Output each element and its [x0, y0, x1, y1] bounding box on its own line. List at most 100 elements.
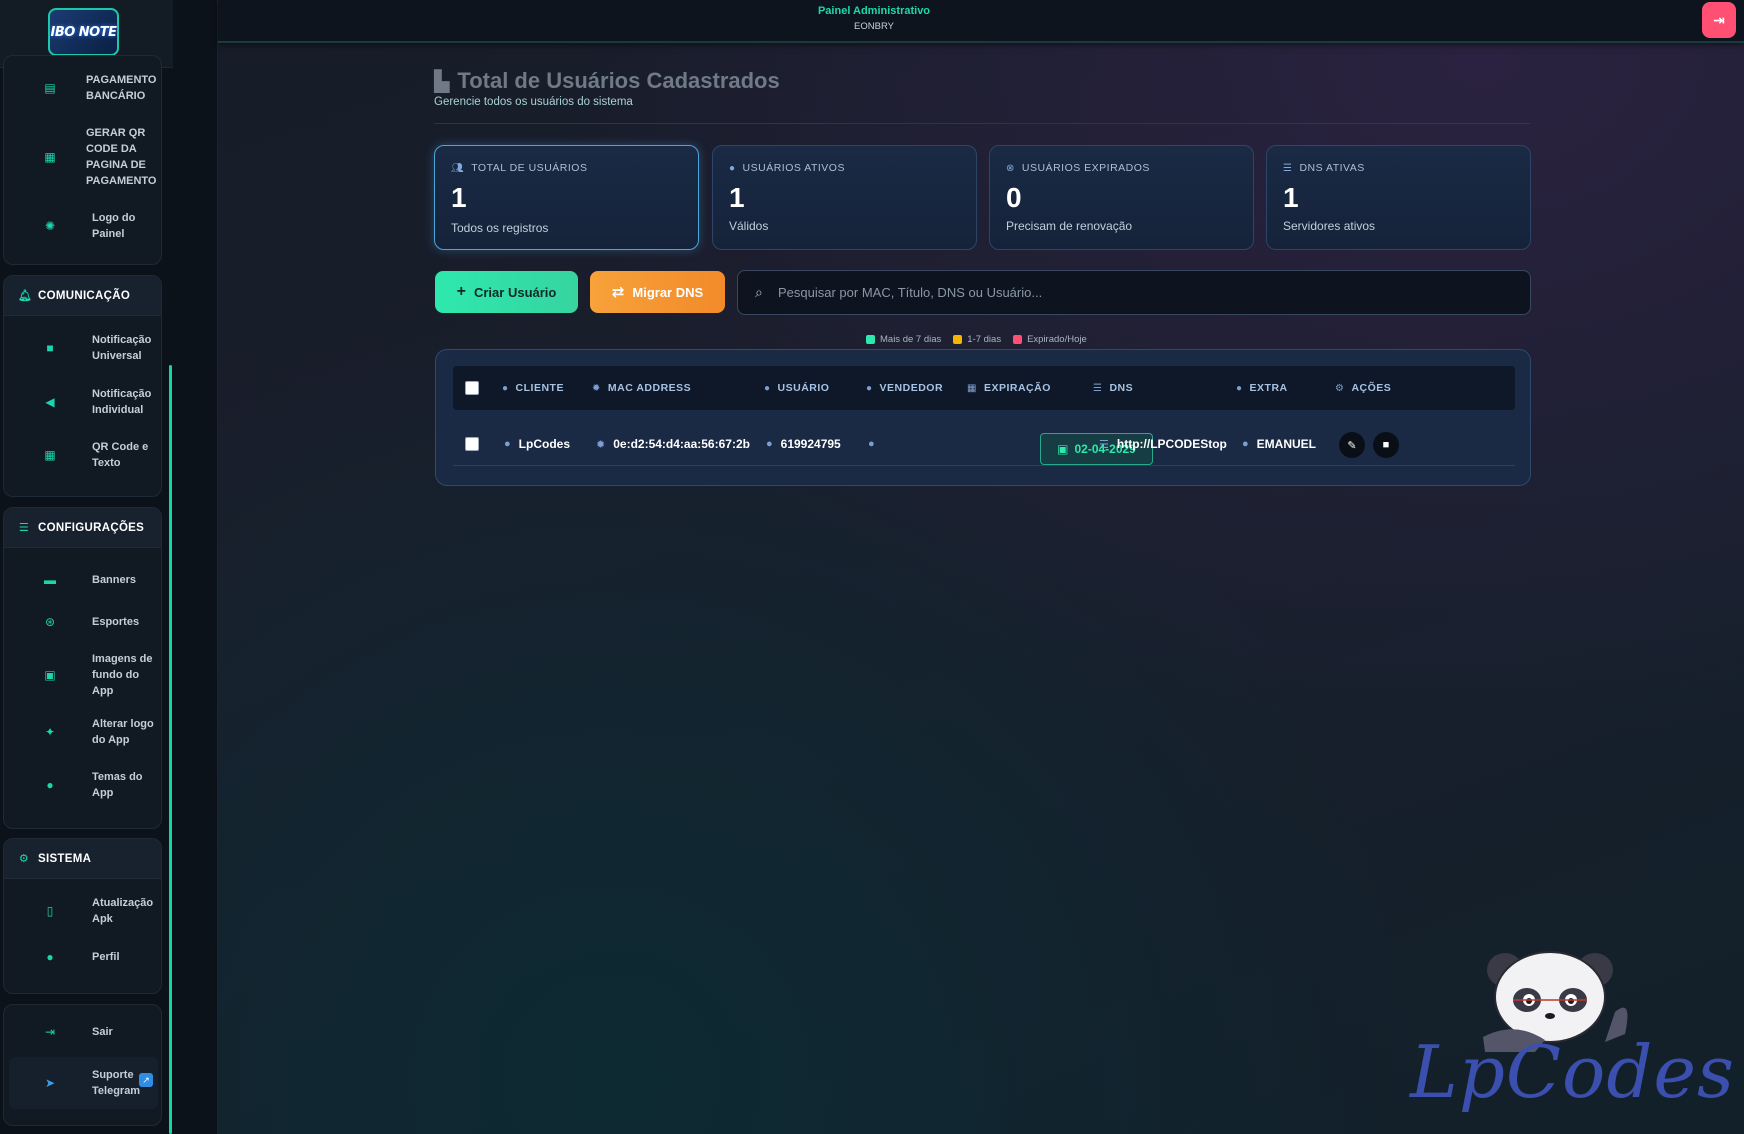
stat-desc: Válidos [729, 219, 769, 233]
sidebar-item-imagens-fundo[interactable]: ▣ Imagens de fundo do App [4, 648, 161, 702]
sidebar-item-gerar-qr[interactable]: ▦ GERAR QR CODE DA PAGINA DE PAGAMENTO [4, 122, 161, 192]
chip-icon: ✹ [596, 438, 606, 451]
user-tie-icon: ● [866, 382, 873, 394]
sidebar: IBO NOTE ▤ PAGAMENTO BANCÁRIO ▦ GERAR QR… [0, 0, 218, 1134]
sidebar-scrollbar[interactable] [169, 365, 172, 1134]
delete-button[interactable]: ■ [1373, 432, 1399, 458]
cell-cliente: ● LpCodes [504, 437, 570, 451]
sliders-icon: ☰ [18, 522, 30, 534]
column-header-extra[interactable]: ● EXTRA [1236, 366, 1288, 410]
sidebar-item-qr-code-texto[interactable]: ▦ QR Code e Texto [4, 435, 161, 475]
x-circle-icon: ⊗ [1006, 162, 1015, 174]
cell-vendedor: ● [868, 422, 883, 466]
telegram-icon: ➤ [44, 1076, 56, 1090]
cell-mac: ✹ 0e:d2:54:d4:aa:56:67:2b [596, 437, 750, 451]
sidebar-group-header: ☰ CONFIGURAÇÕES [4, 508, 161, 548]
edit-button[interactable]: ✎ [1339, 432, 1365, 458]
divider [434, 123, 1530, 124]
create-user-button[interactable]: + Criar Usuário [435, 271, 578, 313]
plus-icon: + [456, 283, 466, 300]
image-icon: ▬ [44, 573, 56, 587]
page-title: ▙ Total de Usuários Cadastrados [434, 68, 780, 93]
sidebar-item-notificacao-individual[interactable]: ◀ Notificação Individual [4, 382, 161, 422]
column-header-mac[interactable]: ✹ MAC ADDRESS [592, 366, 691, 410]
sidebar-group-sistema: ⚙ SISTEMA ▯ Atualização Apk ● Perfil [3, 838, 162, 994]
sidebar-group-payment: ▤ PAGAMENTO BANCÁRIO ▦ GERAR QR CODE DA … [3, 55, 162, 265]
select-all-checkbox[interactable] [465, 381, 479, 395]
sidebar-group-configuracoes: ☰ CONFIGURAÇÕES ▬ Banners ⊛ Esportes ▣ I… [3, 507, 162, 829]
sidebar-item-logo-painel[interactable]: ✺ Logo do Painel [4, 206, 161, 246]
legend-swatch [953, 335, 963, 344]
column-header-usuario[interactable]: ● USUÁRIO [764, 366, 829, 410]
cell-dns: ☰ http://LPCODEStop [1099, 437, 1227, 451]
sparkle-icon: ✦ [44, 725, 56, 739]
chart-icon: ▙ [434, 70, 450, 93]
images-icon: ▣ [44, 668, 56, 682]
user-circle-icon: ● [764, 382, 771, 394]
topbar-title: Painel Administrativo [817, 5, 931, 17]
stat-desc: Todos os registros [451, 221, 549, 235]
sidebar-item-temas[interactable]: ● Temas do App [4, 765, 161, 805]
logout-icon: ⇥ [44, 1025, 56, 1039]
trash-icon: ■ [1382, 439, 1390, 451]
stat-card-total-usuarios: 👥︎ TOTAL DE USUÁRIOS 1 Todos os registro… [434, 145, 699, 250]
sidebar-item-suporte-telegram[interactable]: ➤ Suporte Telegram ↗ [9, 1057, 158, 1109]
stat-value: 0 [1006, 182, 1022, 213]
app-logo[interactable]: IBO NOTE [48, 8, 119, 56]
megaphone-icon: ◀ [45, 395, 55, 409]
mobile-icon: ▯ [46, 904, 54, 918]
expiration-legend: Mais de 7 dias 1-7 dias Expirado/Hoje [866, 334, 1087, 345]
search-input[interactable] [778, 271, 1518, 314]
user-icon: ● [504, 438, 511, 450]
users-icon: 👥︎ [451, 162, 465, 174]
search-icon: ⌕ [755, 284, 763, 300]
calendar-check-icon: ▣ [1057, 442, 1069, 456]
logout-icon: ⇥ [1713, 11, 1725, 28]
watermark-text: LpCodes [1410, 1030, 1735, 1114]
sidebar-item-sair[interactable]: ⇥ Sair [4, 1015, 161, 1049]
stat-card-usuarios-expirados: ⊗ USUÁRIOS EXPIRADOS 0 Precisam de renov… [989, 145, 1254, 250]
stat-desc: Precisam de renovação [1006, 219, 1133, 233]
info-icon: ● [1236, 382, 1243, 394]
stat-value: 1 [729, 182, 745, 213]
stat-desc: Servidores ativos [1283, 219, 1376, 233]
swap-icon: ⇄ [611, 284, 625, 301]
sidebar-group-header: ⚙ SISTEMA [4, 839, 161, 879]
legend-item: Mais de 7 dias [866, 334, 941, 345]
column-header-dns[interactable]: ☰ DNS [1093, 366, 1133, 410]
check-circle-icon: ● [729, 162, 736, 174]
users-table: ● CLIENTE ✹ MAC ADDRESS ● USUÁRIO ● VEND… [435, 349, 1531, 486]
sidebar-item-notificacao-universal[interactable]: ■ Notificação Universal [4, 328, 161, 368]
server-icon: ☰ [1093, 382, 1103, 394]
user-tie-icon: ● [868, 438, 875, 450]
stat-value: 1 [1283, 182, 1299, 213]
ball-icon: ⊛ [44, 615, 56, 629]
sidebar-item-banners[interactable]: ▬ Banners [4, 563, 161, 597]
sidebar-item-alterar-logo[interactable]: ✦ Alterar logo do App [4, 712, 161, 752]
stat-value: 1 [451, 182, 467, 213]
column-header-vendedor[interactable]: ● VENDEDOR [866, 366, 943, 410]
sidebar-item-atualizacao-apk[interactable]: ▯ Atualização Apk [4, 891, 161, 931]
topbar: Painel Administrativo EONBRY ⇥ [218, 0, 1744, 43]
pencil-icon: ✎ [1347, 439, 1357, 452]
calendar-icon: ▦ [967, 382, 977, 394]
logout-button[interactable]: ⇥ [1702, 2, 1736, 38]
server-icon: ☰ [1283, 162, 1293, 174]
column-header-expiracao[interactable]: ▦ EXPIRAÇÃO [967, 366, 1051, 410]
external-link-icon: ↗ [139, 1073, 153, 1087]
select-all-cell [465, 366, 479, 410]
row-checkbox[interactable] [465, 437, 479, 451]
sidebar-item-esportes[interactable]: ⊛ Esportes [4, 605, 161, 639]
aperture-icon: ✺ [44, 219, 56, 233]
user-icon: ● [502, 382, 509, 394]
stat-card-dns-ativas: ☰ DNS ATIVAS 1 Servidores ativos [1266, 145, 1531, 250]
sidebar-item-pagamento-bancario[interactable]: ▤ PAGAMENTO BANCÁRIO [4, 68, 161, 108]
gears-icon: ⚙ [1335, 382, 1345, 394]
sidebar-item-perfil[interactable]: ● Perfil [4, 940, 161, 974]
cell-usuario: ● 619924795 [766, 437, 841, 451]
column-header-cliente[interactable]: ● CLIENTE [502, 366, 564, 410]
qrcode-icon: ▦ [44, 150, 56, 164]
qrcode-icon: ▦ [44, 448, 56, 462]
migrate-dns-button[interactable]: ⇄ Migrar DNS [590, 271, 725, 313]
search-field[interactable]: ⌕ [737, 270, 1531, 315]
